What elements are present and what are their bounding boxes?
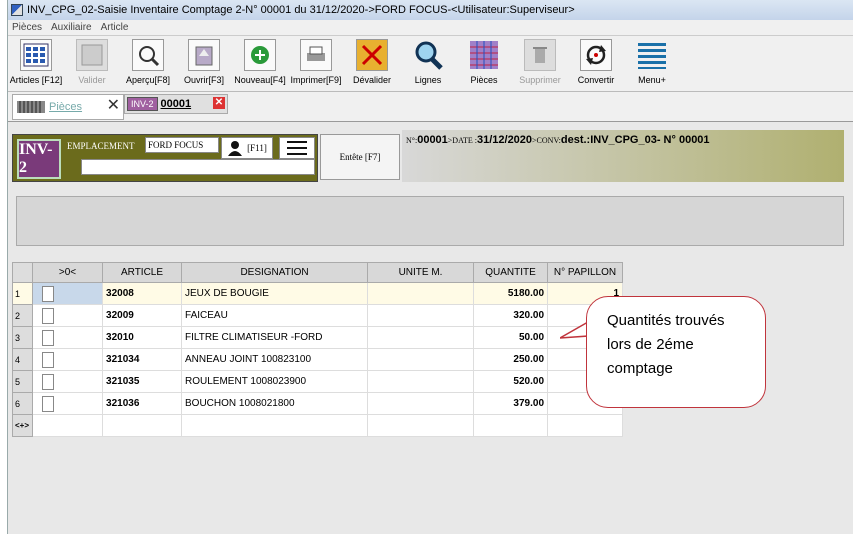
inventory-table: >0< ARTICLE DESIGNATION UNITE M. QUANTIT… [11,262,624,437]
table-row[interactable]: 6 321036 BOUCHON 1008021800 379.00 [11,392,624,415]
row-checkbox[interactable] [42,395,55,412]
table-row[interactable]: 5 321035 ROULEMENT 1008023900 520.00 [11,370,624,393]
menu-auxiliaire[interactable]: Auxiliaire [51,22,92,33]
header-panel: INV-2 EMPLACEMENT FORD FOCUS [F11] [12,134,318,182]
row-checkbox[interactable] [42,373,55,390]
col-papillon[interactable]: N° PAPILLON [547,262,624,283]
print-button[interactable]: Imprimer[F9] [288,39,344,85]
inv2-logo: INV-2 [17,139,61,179]
user-icon [228,141,243,156]
callout-line-1: Quantités trouvés [607,312,725,329]
new-row-marker[interactable]: <+> [11,414,34,437]
hamburger-icon [287,141,307,155]
callout-line-2: lors de 2éme [607,336,694,353]
title-bar: INV_CPG_02-Saisie Inventaire Comptage 2-… [8,0,853,20]
pieces-button[interactable]: Pièces [456,39,512,85]
document-info: N°:00001>DATE :31/12/2020>CONV:dest.:INV… [406,134,710,146]
app-icon [11,4,23,16]
open-icon [188,39,220,71]
callout-line-3: comptage [607,360,673,377]
col-quantity[interactable]: QUANTITE [473,262,549,283]
lines-button[interactable]: Lignes [400,39,456,85]
articles-grid-icon [20,39,52,71]
annotation-callout: Quantités trouvés lors de 2éme comptage [586,296,766,408]
info-panel [16,196,844,246]
tab-document-label: 00001 [160,98,192,110]
convert-button[interactable]: Convertir [568,39,624,85]
row-checkbox[interactable] [42,351,55,368]
col-select[interactable]: >0< [32,262,104,283]
emplacement-field[interactable] [81,159,315,175]
open-button[interactable]: Ouvrir[F3] [176,39,232,85]
user-button[interactable]: [F11] [221,137,273,159]
print-icon [300,39,332,71]
convert-icon [580,39,612,71]
emplacement-value[interactable]: FORD FOCUS [145,137,219,153]
preview-button[interactable]: Aperçu[F8] [120,39,176,85]
menu-icon [636,39,668,71]
delete-button[interactable]: Supprimer [512,39,568,85]
table-row[interactable]: 2 32009 FAICEAU 320.00 [11,304,624,327]
col-unit[interactable]: UNITE M. [367,262,475,283]
menu-pieces[interactable]: Pièces [12,22,42,33]
articles-button[interactable]: Articles [F12] [8,39,64,85]
pieces-icon [468,39,500,71]
close-icon[interactable]: ✕ [107,95,120,115]
tab-document[interactable]: INV-2 00001 ✕ [124,94,228,114]
menu-bar: Pièces Auxiliaire Article [8,20,853,36]
table-header: >0< ARTICLE DESIGNATION UNITE M. QUANTIT… [11,262,624,283]
preview-icon [132,39,164,71]
row-checkbox[interactable] [42,285,55,302]
unvalidate-icon [356,39,388,71]
entete-button[interactable]: Entête [F7] [320,134,400,180]
table-row[interactable]: 1 32008 JEUX DE BOUGIE 5180.00 1 [11,282,624,305]
toolbar: Articles [F12] Valider Aperçu[F8] Ouvrir… [8,36,853,92]
table-new-row[interactable]: <+> [11,414,624,437]
validate-icon [76,39,108,71]
new-icon [244,39,276,71]
col-designation[interactable]: DESIGNATION [181,262,369,283]
menu-plus-button[interactable]: Menu+ [624,39,680,85]
tab-pieces-label: Pièces [49,101,83,113]
hamburger-button[interactable] [279,137,315,159]
unvalidate-button[interactable]: Dévalider [344,39,400,85]
close-tab-icon[interactable]: ✕ [213,97,225,109]
menu-article[interactable]: Article [101,22,129,33]
new-button[interactable]: Nouveau[F4] [232,39,288,85]
table-row[interactable]: 4 321034 ANNEAU JOINT 100823100 250.00 [11,348,624,371]
search-icon [412,39,444,71]
row-checkbox[interactable] [42,307,55,324]
window-title: INV_CPG_02-Saisie Inventaire Comptage 2-… [27,4,575,16]
validate-button[interactable]: Valider [64,39,120,85]
tab-pieces[interactable]: Pièces ✕ [12,94,124,120]
tab-bar: Pièces ✕ INV-2 00001 ✕ [8,92,853,122]
row-checkbox[interactable] [42,329,55,346]
delete-icon [524,39,556,71]
user-shortcut: [F11] [247,143,267,153]
inv2-tab-logo: INV-2 [127,97,158,111]
document-info-strip: N°:00001>DATE :31/12/2020>CONV:dest.:INV… [402,130,844,182]
pieces-tab-icon [17,101,45,113]
emplacement-label: EMPLACEMENT [67,141,135,151]
col-article[interactable]: ARTICLE [102,262,183,283]
table-row[interactable]: 3 32010 FILTRE CLIMATISEUR -FORD 50.00 [11,326,624,349]
